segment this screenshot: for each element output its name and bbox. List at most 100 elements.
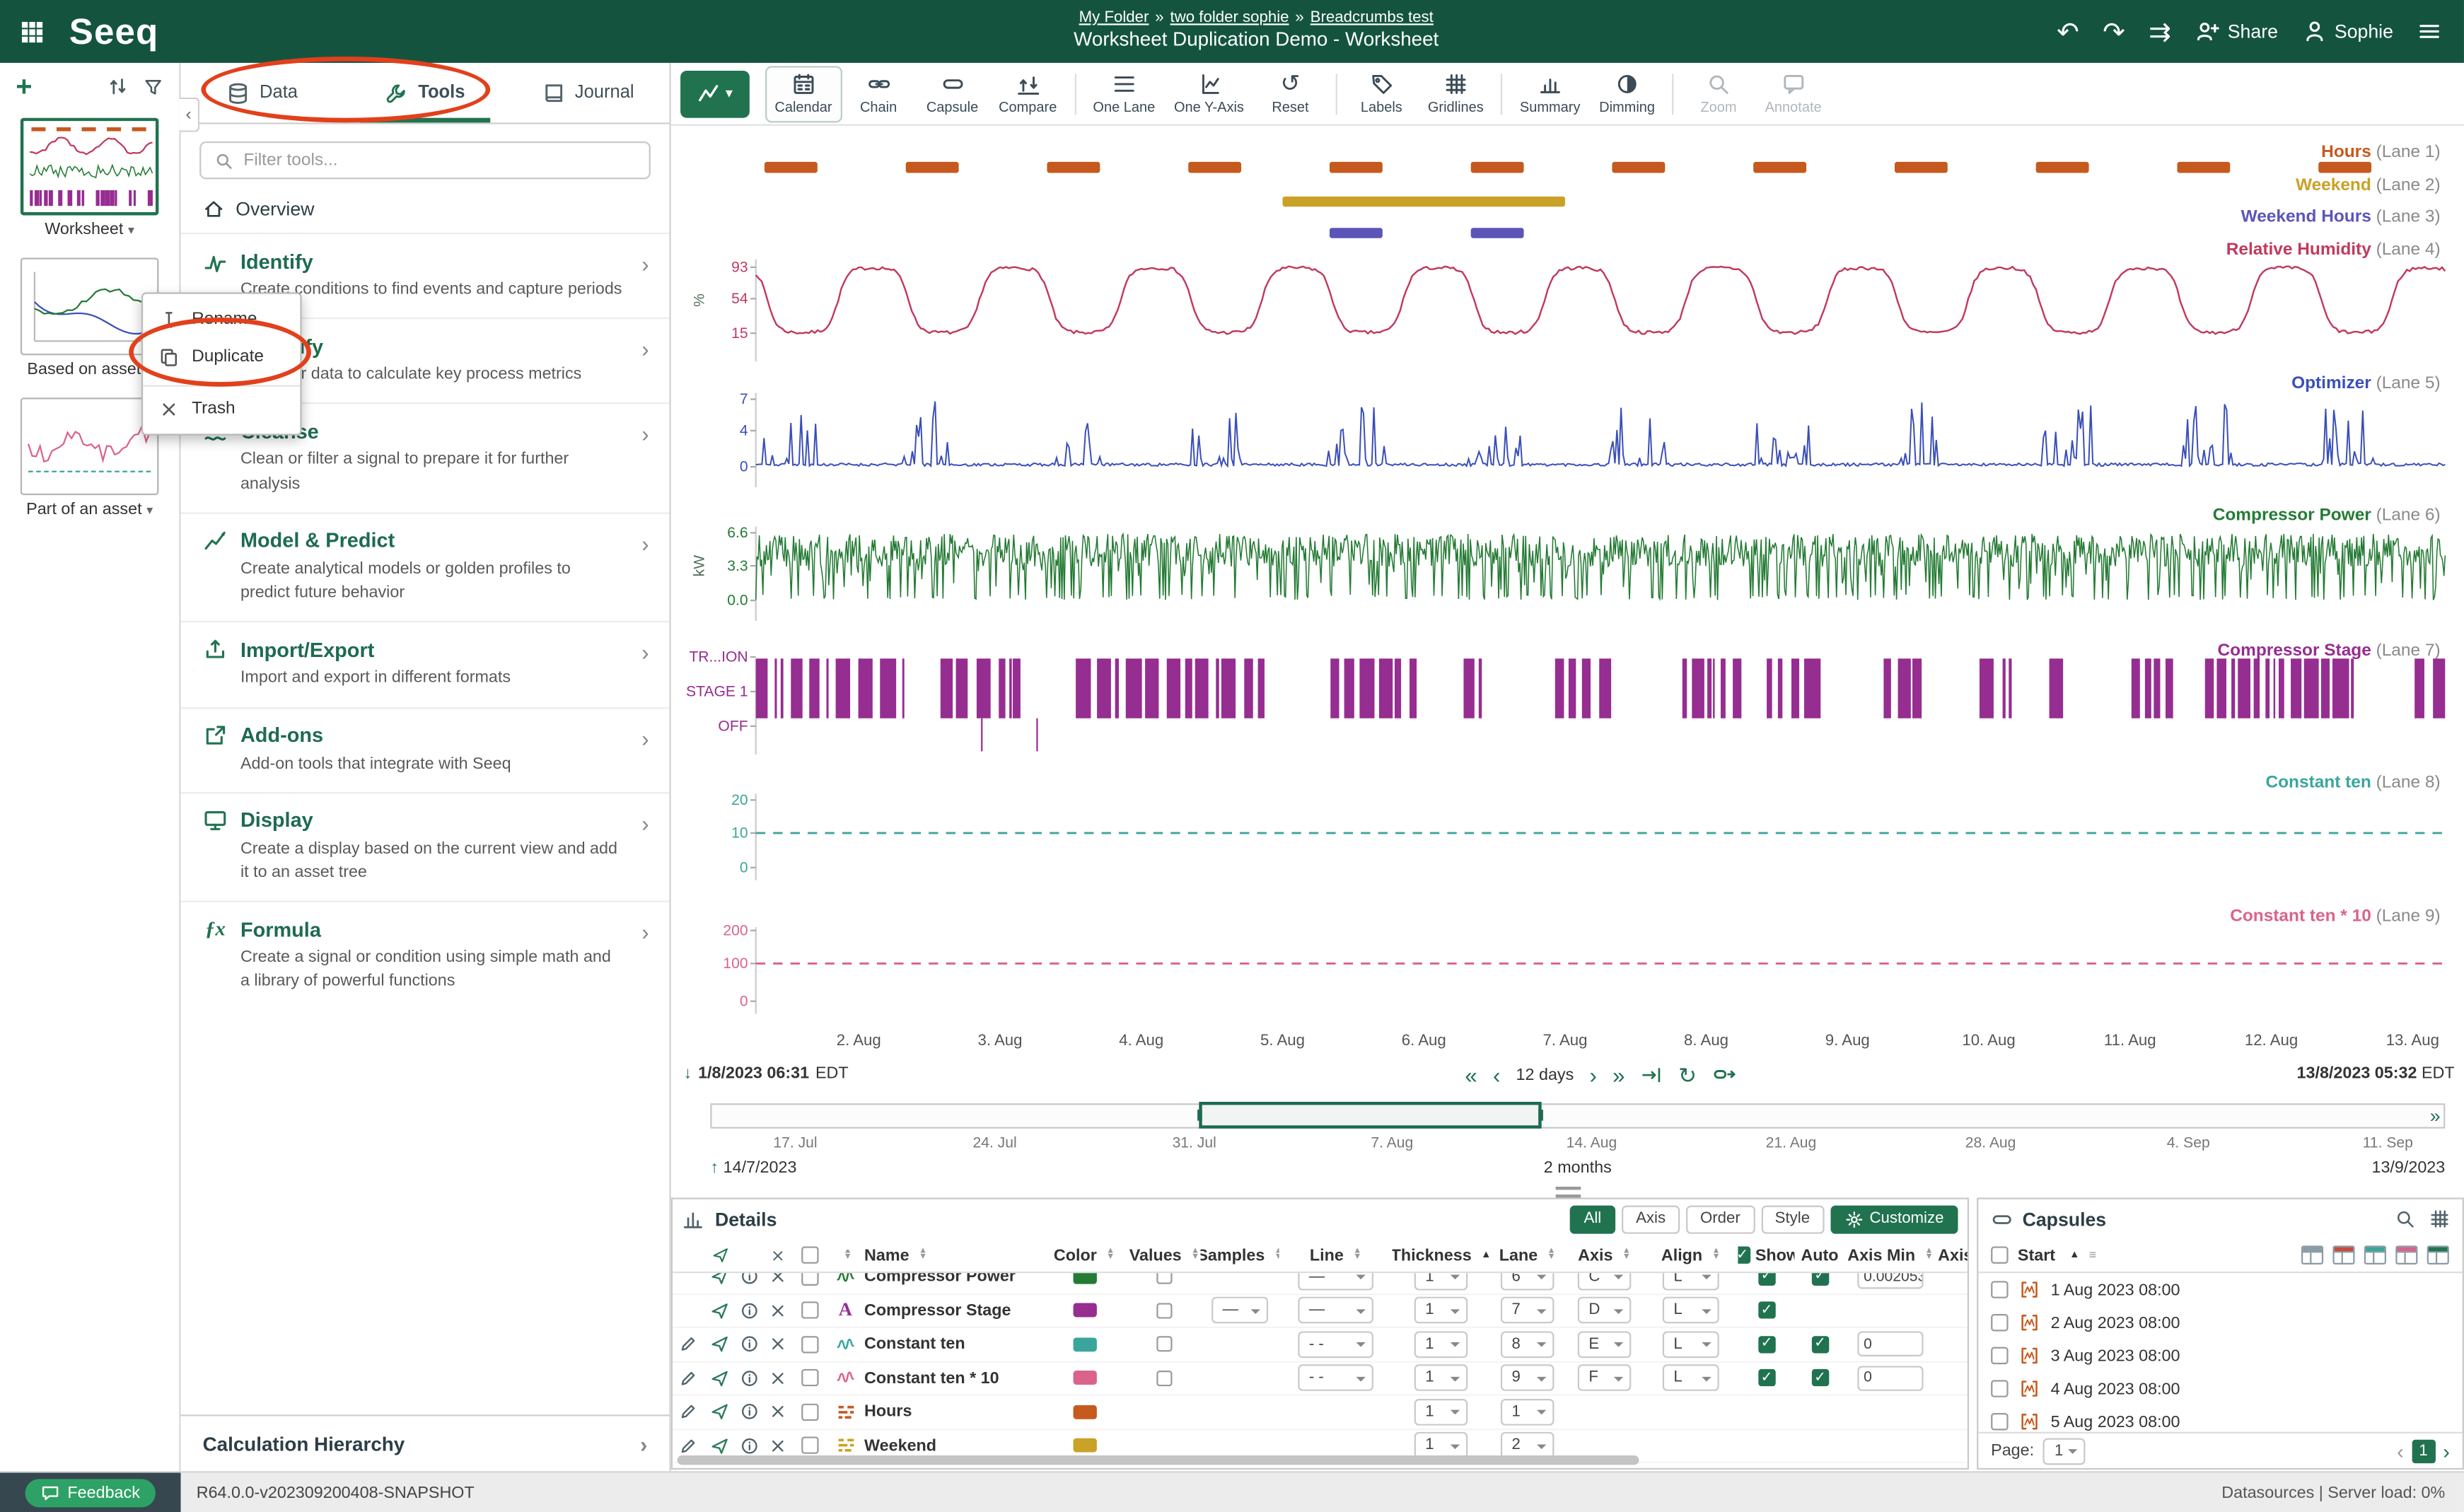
tab-data[interactable]: Data — [181, 63, 344, 122]
toolbar-button-capsule[interactable]: Capsule — [915, 65, 989, 122]
details-row-hours[interactable]: Hours11 — [673, 1396, 1968, 1430]
thickness-select[interactable]: 1 — [1414, 1273, 1468, 1290]
item-info-button[interactable] — [740, 1301, 760, 1320]
details-view-order[interactable]: Order — [1686, 1205, 1755, 1233]
timebar-strip[interactable]: » — [710, 1103, 2445, 1129]
details-column-header[interactable]: Line▲▼ — [1279, 1245, 1393, 1264]
range-end[interactable]: 13/8/2023 05:32 EDT — [2297, 1064, 2455, 1083]
selection-handle-left[interactable] — [1198, 1110, 1203, 1121]
navigate-item-button[interactable] — [710, 1436, 729, 1455]
navigate-item-button[interactable] — [710, 1402, 729, 1421]
thickness-select[interactable]: 1 — [1414, 1297, 1468, 1324]
details-column-header[interactable]: Name▲▼ — [864, 1245, 1040, 1264]
filter-tools-input[interactable] — [243, 151, 636, 170]
auto-checkbox[interactable] — [1811, 1273, 1828, 1285]
align-select[interactable]: L — [1663, 1297, 1719, 1324]
details-column-header[interactable]: Show — [1738, 1245, 1794, 1264]
add-worksheet-button[interactable]: + — [16, 72, 32, 100]
details-row-compressor-stage[interactable]: ACompressor Stage——17DL — [673, 1294, 1968, 1328]
select-item-checkbox[interactable] — [801, 1302, 818, 1319]
select-all-checkbox[interactable] — [801, 1246, 818, 1263]
select-item-checkbox[interactable] — [801, 1437, 818, 1454]
tool-item-add-ons[interactable]: Add-ons Add-on tools that integrate with… — [181, 706, 670, 792]
prev-page-icon[interactable]: ‹ — [2397, 1439, 2404, 1462]
next-page-icon[interactable]: › — [2443, 1439, 2450, 1462]
tools-overview-link[interactable]: Overview — [181, 182, 670, 233]
edit-item-button[interactable] — [679, 1334, 698, 1354]
breadcrumb-link[interactable]: My Folder — [1079, 9, 1149, 26]
toolbar-button-one-lane[interactable]: One Lane — [1083, 65, 1165, 122]
capsule-row[interactable]: 3 Aug 2023 08:00 — [1978, 1339, 2462, 1373]
worksheet-thumbnail-label[interactable]: Part of an asset▾ — [0, 500, 179, 519]
item-info-button[interactable] — [740, 1368, 760, 1388]
navigate-item-button[interactable] — [710, 1334, 729, 1354]
toolbar-button-reset[interactable]: ↺ Reset — [1253, 65, 1327, 122]
remove-item-button[interactable] — [769, 1368, 788, 1388]
filter-tools-searchbox[interactable] — [199, 141, 651, 179]
page-size-select[interactable]: 1 — [2043, 1437, 2085, 1464]
filter-worksheets-icon[interactable] — [143, 76, 163, 97]
step-forward-icon[interactable]: › — [1589, 1064, 1596, 1086]
toolbar-button-dimming[interactable]: Dimming — [1590, 65, 1665, 122]
select-item-checkbox[interactable] — [801, 1403, 818, 1420]
capsule-checkbox[interactable] — [1991, 1314, 2008, 1331]
capsule-row[interactable]: 2 Aug 2023 08:00 — [1978, 1306, 2462, 1339]
values-toggle[interactable] — [1156, 1273, 1172, 1284]
values-toggle[interactable] — [1156, 1337, 1172, 1352]
capsules-column-icon-3[interactable] — [2364, 1245, 2387, 1265]
timebar-jump-icon[interactable]: » — [2430, 1105, 2441, 1127]
toolbar-button-annotate[interactable]: Annotate — [1755, 65, 1831, 122]
edit-item-button[interactable] — [679, 1436, 698, 1455]
details-row-constant-ten-10[interactable]: Constant ten * 10- -19FL0 — [673, 1362, 1968, 1396]
details-customize-button[interactable]: Customize — [1830, 1205, 1958, 1233]
remove-item-button[interactable] — [769, 1301, 788, 1320]
redo-icon[interactable]: ↷ — [2103, 18, 2125, 45]
item-info-button[interactable] — [740, 1273, 760, 1286]
column-menu-icon[interactable]: ≡ — [2089, 1248, 2095, 1262]
menu-item-rename[interactable]: Rename — [143, 300, 300, 337]
capsules-column-icon-4[interactable] — [2395, 1245, 2418, 1265]
capsules-column-icon-2[interactable] — [2332, 1245, 2355, 1265]
select-item-checkbox[interactable] — [801, 1369, 818, 1386]
details-column-header[interactable]: Thickness▲ — [1393, 1245, 1490, 1264]
capsule-checkbox[interactable] — [1991, 1413, 2008, 1430]
jump-back-icon[interactable]: « — [1465, 1064, 1477, 1086]
details-view-all[interactable]: All — [1570, 1205, 1616, 1233]
timebar-duration[interactable]: 2 months — [710, 1158, 2445, 1177]
worksheet-thumbnail-part-of-an-asset[interactable] — [21, 397, 159, 495]
navigate-item-button[interactable] — [710, 1301, 729, 1320]
toolbar-button-zoom[interactable]: Zoom — [1682, 65, 1755, 122]
details-horizontal-scrollbar[interactable] — [678, 1455, 1639, 1465]
remove-item-button[interactable] — [769, 1273, 788, 1286]
axis-select[interactable]: F — [1578, 1365, 1632, 1392]
details-view-axis[interactable]: Axis — [1622, 1205, 1680, 1233]
show-checkbox[interactable] — [1757, 1336, 1774, 1353]
lane-select[interactable]: 6 — [1501, 1273, 1554, 1290]
line-style-select[interactable]: — — [1298, 1273, 1373, 1290]
tool-item-display[interactable]: Display Create a display based on the cu… — [181, 792, 670, 901]
axis-select[interactable]: E — [1578, 1331, 1632, 1358]
line-style-select[interactable]: - - — [1298, 1331, 1373, 1358]
axis-select[interactable]: C — [1578, 1273, 1632, 1290]
capsule-checkbox[interactable] — [1991, 1281, 2008, 1298]
collapse-panel-button[interactable]: ‹ — [179, 98, 199, 132]
details-column-header[interactable]: Values▲▼ — [1128, 1245, 1200, 1264]
details-row-constant-ten[interactable]: Constant ten- -18EL0 — [673, 1328, 1968, 1362]
details-row-compressor-power[interactable]: Compressor Power—16CL0.002053 — [673, 1273, 1968, 1294]
color-chip[interactable] — [1072, 1303, 1096, 1318]
color-chip[interactable] — [1072, 1371, 1096, 1385]
app-switcher-icon[interactable] — [21, 20, 44, 43]
feedback-button[interactable]: Feedback — [25, 1478, 156, 1506]
axis-select[interactable]: D — [1578, 1297, 1632, 1324]
edit-item-button[interactable] — [679, 1368, 698, 1388]
trend-chart[interactable]: Hours (Lane 1)Weekend (Lane 2)Weekend Ho… — [671, 139, 2464, 1059]
show-checkbox[interactable] — [1757, 1302, 1774, 1319]
axis-min-input[interactable]: 0 — [1857, 1366, 1923, 1391]
fast-forward-icon[interactable]: ⇉ — [2149, 18, 2171, 45]
show-checkbox[interactable] — [1757, 1273, 1774, 1285]
select-all-capsules-checkbox[interactable] — [1991, 1246, 2008, 1263]
details-column-header[interactable]: Align▲▼ — [1644, 1245, 1738, 1264]
range-duration[interactable]: 12 days — [1516, 1065, 1574, 1084]
toolbar-button-gridlines[interactable]: Gridlines — [1419, 65, 1494, 122]
line-style-select[interactable]: — — [1298, 1297, 1373, 1324]
